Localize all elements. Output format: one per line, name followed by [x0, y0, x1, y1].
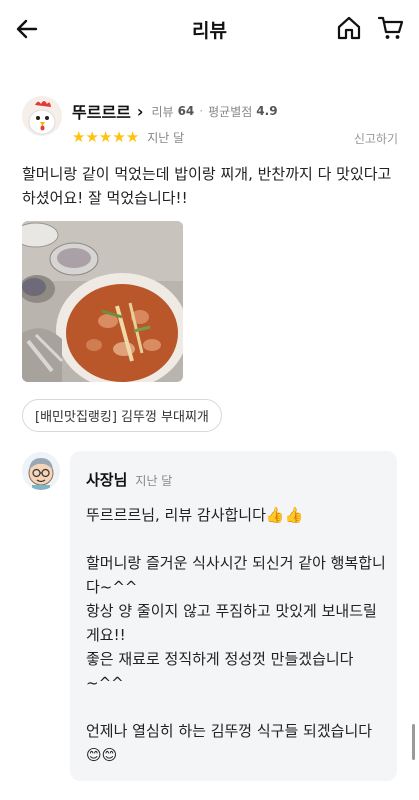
owner-reply-header: 사장님 지난 달 — [86, 469, 172, 490]
avg-rating: 4.9 — [256, 104, 278, 118]
cart-icon[interactable] — [377, 15, 405, 41]
app-header: 리뷰 — [0, 0, 419, 58]
food-photo-image — [22, 221, 183, 382]
avg-rating-label: 평균별점 — [208, 104, 253, 119]
home-icon[interactable] — [336, 15, 362, 41]
menu-tag[interactable]: [배민맛집랭킹] 김뚜껑 부대찌개 — [22, 399, 222, 432]
owner-reply-date: 지난 달 — [135, 474, 173, 488]
review-count-label: 리뷰 — [151, 104, 174, 119]
star-icon: ★ — [72, 128, 85, 146]
reviewer-avatar[interactable] — [22, 96, 62, 136]
star-icon: ★ — [98, 128, 112, 146]
rating-stars: ★ ★ ★ ★ ★ 지난 달 — [72, 128, 184, 146]
reviewer-info: 뚜르르르 › 리뷰 64 · 평균별점 4.9 — [72, 99, 278, 123]
owner-character-icon — [22, 452, 60, 490]
owner-reply: 사장님 지난 달 뚜르르르님, 리뷰 감사합니다👍👍 할머니랑 즐거운 식사시간… — [70, 451, 397, 781]
scrollbar[interactable] — [412, 724, 415, 760]
reviewer-nickname[interactable]: 뚜르르르 — [72, 99, 131, 123]
review-count: 64 — [177, 104, 195, 118]
chicken-avatar-icon — [22, 96, 62, 136]
review-date: 지난 달 — [147, 130, 185, 145]
separator-dot: · — [199, 104, 204, 118]
star-icon: ★ — [125, 128, 139, 146]
owner-name: 사장님 — [86, 471, 128, 489]
report-link[interactable]: 신고하기 — [354, 130, 398, 147]
owner-avatar — [22, 452, 60, 490]
review-text: 할머니랑 같이 먹었는데 밥이랑 찌개, 반찬까지 다 맛있다고 하셨어요! 잘… — [22, 165, 392, 207]
review-photo[interactable] — [22, 221, 183, 382]
owner-reply-text: 뚜르르르님, 리뷰 감사합니다👍👍 할머니랑 즐거운 식사시간 되신거 같아 행… — [86, 506, 386, 764]
review-header: 뚜르르르 › 리뷰 64 · 평균별점 4.9 ★ ★ ★ ★ ★ 지난 달 신… — [22, 96, 402, 152]
chevron-right-icon[interactable]: › — [137, 102, 144, 121]
star-icon: ★ — [112, 128, 125, 146]
star-icon: ★ — [85, 128, 98, 146]
